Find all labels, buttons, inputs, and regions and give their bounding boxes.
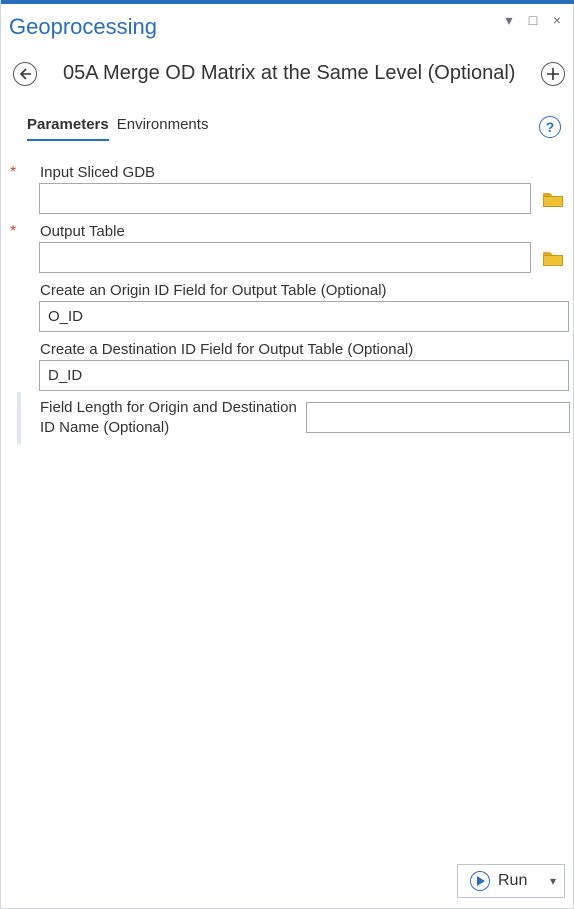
parameter-selection-bar: [17, 392, 21, 444]
input-sliced-gdb-label: Input Sliced GDB: [40, 164, 156, 181]
tab-bar: Parameters Environments: [27, 116, 208, 146]
browse-folder-icon[interactable]: [541, 249, 565, 269]
plus-icon[interactable]: [541, 62, 565, 86]
pane-title: Geoprocessing: [9, 14, 157, 39]
close-icon[interactable]: ×: [549, 12, 565, 28]
dropdown-icon[interactable]: ▾: [501, 12, 517, 28]
play-icon: [470, 871, 490, 891]
restore-icon[interactable]: □: [525, 12, 541, 28]
browse-folder-icon[interactable]: [541, 190, 565, 210]
origin-id-field-label: Create an Origin ID Field for Output Tab…: [40, 282, 387, 299]
geoprocessing-pane: Geoprocessing ▾ □ × 05A Merge OD Matrix …: [0, 0, 574, 909]
output-table-field[interactable]: [39, 242, 531, 273]
field-length-label: Field Length for Origin and Destination …: [40, 399, 297, 436]
tool-title: 05A Merge OD Matrix at the Same Level (O…: [63, 62, 516, 84]
help-icon[interactable]: ?: [539, 116, 561, 138]
input-sliced-gdb-field[interactable]: [39, 183, 531, 214]
run-dropdown-icon[interactable]: ▾: [550, 874, 556, 888]
field-length-input[interactable]: [306, 402, 570, 433]
pane-top-accent: [1, 0, 574, 4]
destination-id-field-label: Create a Destination ID Field for Output…: [40, 341, 414, 358]
origin-id-field-input[interactable]: [39, 301, 569, 332]
tab-parameters[interactable]: Parameters: [27, 116, 109, 141]
destination-id-field-input[interactable]: [39, 360, 569, 391]
back-arrow-icon[interactable]: [13, 62, 37, 86]
tool-header: 05A Merge OD Matrix at the Same Level (O…: [11, 62, 565, 92]
window-controls: ▾ □ ×: [501, 12, 565, 29]
required-marker: *: [10, 164, 17, 181]
run-label: Run: [498, 872, 528, 889]
tab-environments[interactable]: Environments: [117, 116, 209, 139]
run-button[interactable]: Run ▾: [457, 864, 565, 898]
output-table-label: Output Table: [40, 223, 125, 240]
required-marker: *: [10, 223, 17, 240]
